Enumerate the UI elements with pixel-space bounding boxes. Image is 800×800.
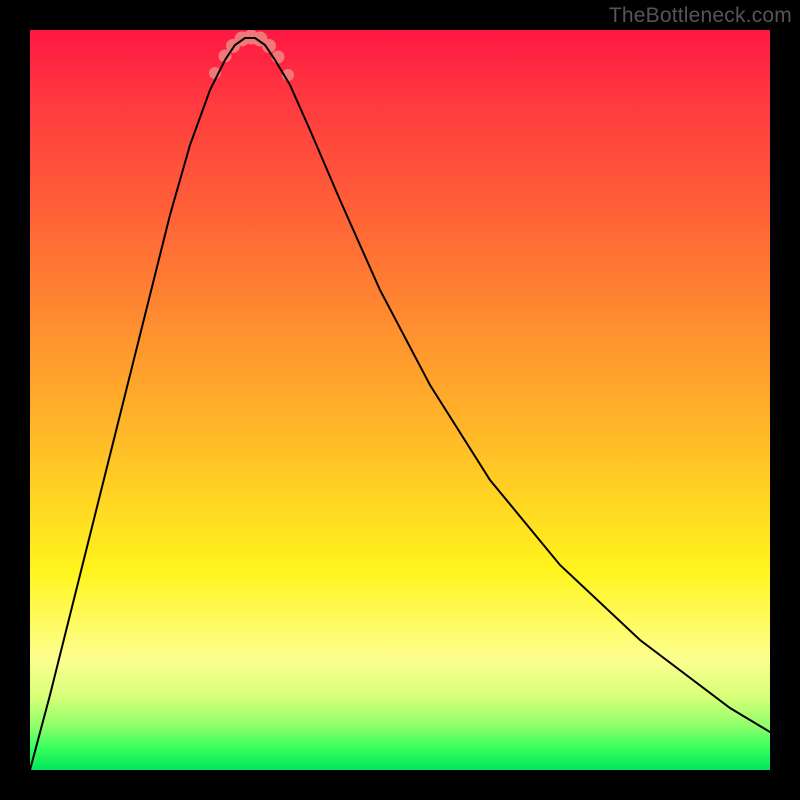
bottleneck-curve (30, 38, 770, 770)
highlight-dot (253, 32, 268, 47)
highlight-dot (219, 50, 232, 63)
highlight-dot (209, 67, 221, 79)
highlight-dot (235, 32, 250, 47)
watermark-text: TheBottleneck.com (609, 4, 792, 28)
highlight-dot (262, 39, 276, 53)
plot-area (30, 30, 770, 770)
highlight-dot (244, 30, 259, 45)
curve-layer (30, 30, 770, 770)
marker-group (209, 30, 294, 81)
chart-stage: TheBottleneck.com (0, 0, 800, 800)
highlight-dot (226, 39, 240, 53)
highlight-dot (282, 69, 294, 81)
highlight-dot (272, 51, 285, 64)
